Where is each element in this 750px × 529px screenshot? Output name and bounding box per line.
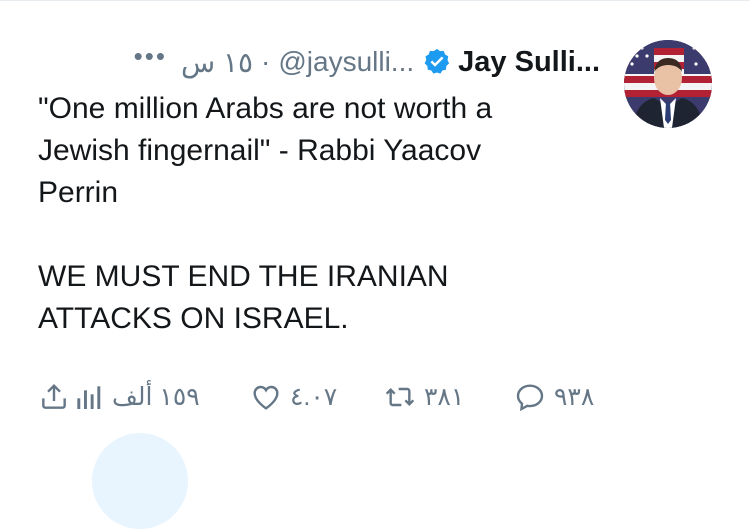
views-button[interactable]: ١٥٩ ألف xyxy=(72,375,200,419)
author-name[interactable]: Jay Sulli... xyxy=(458,46,600,79)
tweet[interactable]: Jay Sulli... @jaysulli... · ١٥ س ••• "On… xyxy=(0,0,750,529)
reply-count: ٩٣٨ xyxy=(554,383,595,411)
header-separator: · xyxy=(261,46,271,77)
reply-icon xyxy=(516,384,544,412)
views-chart-icon xyxy=(77,386,101,409)
avatar-image xyxy=(624,40,712,128)
tweet-header: Jay Sulli... @jaysulli... · ١٥ س ••• xyxy=(30,42,600,82)
tweet-time[interactable]: ١٥ س xyxy=(181,46,253,79)
retweet-button[interactable]: ٣٨١ xyxy=(384,375,464,419)
views-count: ١٥٩ ألف xyxy=(112,383,200,411)
share-button[interactable] xyxy=(38,375,70,419)
like-button[interactable]: ٤.٠٧ xyxy=(250,375,337,419)
verified-badge-icon xyxy=(422,47,452,77)
more-options-icon[interactable]: ••• xyxy=(134,43,167,69)
like-count: ٤.٠٧ xyxy=(290,383,338,411)
author-handle[interactable]: @jaysulli... xyxy=(278,46,414,78)
tweet-actions: ٩٣٨ ٣٨١ ٤.٠٧ ١٥٩ ألف xyxy=(0,375,750,419)
avatar[interactable] xyxy=(624,40,712,128)
reply-button[interactable]: ٩٣٨ xyxy=(514,375,594,419)
retweet-icon xyxy=(385,387,415,407)
tweet-text: "One million Arabs are not worth a Jewis… xyxy=(38,92,493,335)
next-tweet-avatar-partial xyxy=(92,433,188,529)
share-icon xyxy=(42,383,66,409)
heart-icon xyxy=(253,385,279,410)
retweet-count: ٣٨١ xyxy=(424,383,465,411)
